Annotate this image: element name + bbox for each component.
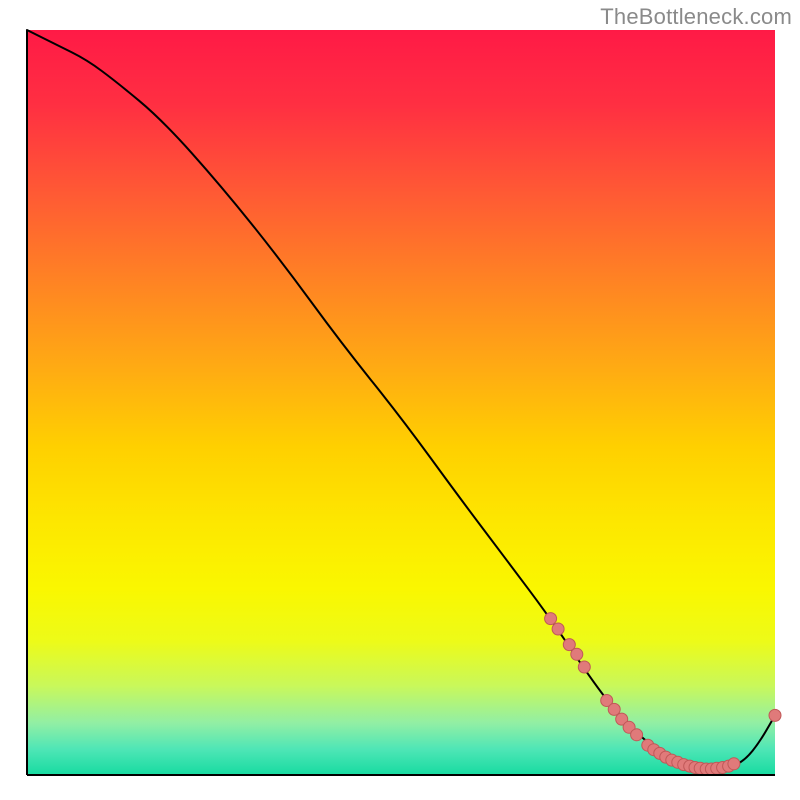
data-point bbox=[571, 648, 583, 660]
data-point bbox=[545, 613, 557, 625]
plot-area bbox=[27, 30, 775, 775]
data-point bbox=[631, 729, 643, 741]
data-point bbox=[552, 623, 564, 635]
chart-container: TheBottleneck.com bbox=[0, 0, 800, 800]
gradient-background bbox=[27, 30, 775, 775]
bottleneck-chart bbox=[0, 0, 800, 800]
data-point bbox=[769, 709, 781, 721]
data-point bbox=[728, 758, 740, 770]
data-point bbox=[578, 661, 590, 673]
